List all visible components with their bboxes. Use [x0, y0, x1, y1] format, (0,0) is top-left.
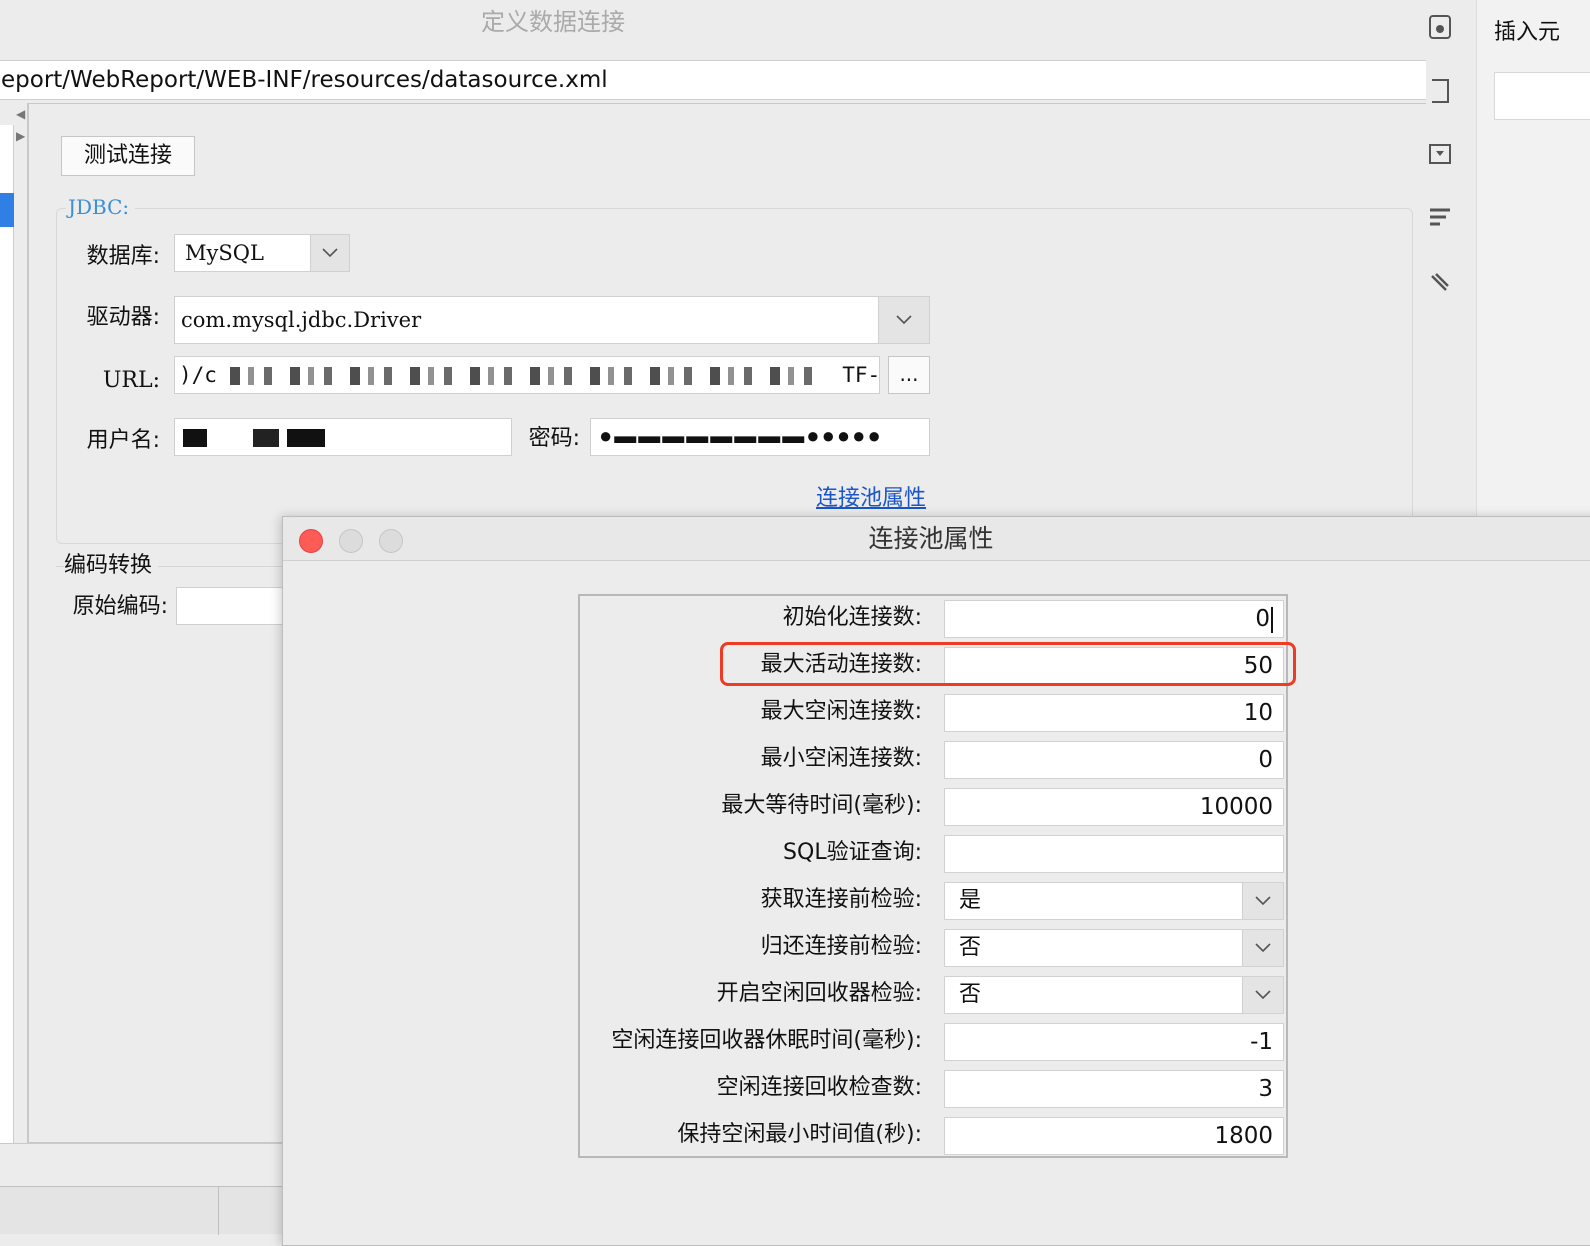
encoding-group-title: 编码转换 [64, 550, 159, 582]
property-select[interactable]: 否 [944, 929, 1284, 967]
property-select[interactable]: 是 [944, 882, 1284, 920]
property-row-eviction-sleep-time: 空闲连接回收器休眠时间(毫秒): -1 [580, 1019, 1286, 1063]
property-label: 保持空闲最小时间值(秒): [677, 1122, 922, 1147]
property-row-max-idle: 最大空闲连接数: 10 [580, 690, 1286, 734]
property-label: 归还连接前检验: [760, 934, 922, 959]
property-value-field[interactable]: -1 [944, 1023, 1284, 1061]
driver-select[interactable]: com.mysql.jdbc.Driver [174, 296, 930, 344]
property-label: 开启空闲回收器检验: [716, 981, 922, 1006]
property-row-min-evictable-idle: 保持空闲最小时间值(秒): 1800 [580, 1113, 1286, 1157]
connection-list[interactable] [0, 125, 14, 1145]
property-value-field[interactable]: 0 [944, 741, 1284, 779]
redacted-mosaic [183, 429, 333, 447]
property-label: 最大空闲连接数: [760, 699, 922, 724]
highlight-annotation-box [720, 642, 1296, 686]
property-value-field[interactable]: 0 [944, 600, 1284, 638]
chevron-down-icon[interactable] [1242, 883, 1283, 919]
username-field[interactable] [174, 418, 512, 456]
property-row-test-on-borrow: 获取连接前检验: 是 [580, 878, 1286, 922]
chevron-down-icon[interactable] [310, 235, 349, 271]
database-select-value: MySQL [185, 241, 264, 265]
property-value-field[interactable]: 3 [944, 1070, 1284, 1108]
property-row-max-wait: 最大等待时间(毫秒): 10000 [580, 784, 1286, 828]
property-row-tests-per-eviction: 空闲连接回收检查数: 3 [580, 1066, 1286, 1110]
dropdown-widget-icon[interactable] [1426, 140, 1456, 170]
property-select-value: 是 [959, 888, 982, 913]
property-value-field[interactable] [944, 835, 1284, 873]
text-caret [1271, 606, 1273, 633]
grid-separator [218, 1187, 219, 1235]
property-label: 获取连接前检验: [760, 887, 922, 912]
property-label: 最小空闲连接数: [760, 746, 922, 771]
original-encoding-label: 原始编码: [72, 594, 168, 619]
driver-label: 驱动器: [86, 305, 160, 330]
insert-element-field[interactable] [1494, 72, 1590, 120]
chevron-down-icon[interactable] [1242, 977, 1283, 1013]
jdbc-group-title: JDBC: [66, 194, 136, 220]
url-field[interactable]: )/c TF-8 [174, 356, 880, 394]
property-label: 空闲连接回收检查数: [716, 1075, 922, 1100]
frame-icon[interactable] [1426, 76, 1456, 106]
bottom-grid [0, 1186, 300, 1235]
window-title: 定义数据连接 [481, 8, 625, 36]
url-more-button[interactable]: ... [888, 356, 930, 394]
url-suffix: TF-8 [842, 363, 880, 387]
selected-connection-item[interactable] [0, 193, 14, 227]
chevron-down-icon[interactable] [878, 297, 929, 343]
property-row-test-on-return: 归还连接前检验: 否 [580, 925, 1286, 969]
property-value-field[interactable]: 10 [944, 694, 1284, 732]
dialog-titlebar[interactable]: 连接池属性 [283, 517, 1590, 561]
property-row-validation-query: SQL验证查询: [580, 831, 1286, 875]
property-label: 空闲连接回收器休眠时间(毫秒): [611, 1028, 922, 1053]
dialog-title: 连接池属性 [868, 524, 994, 553]
driver-select-value: com.mysql.jdbc.Driver [181, 308, 422, 332]
url-label: URL: [102, 368, 160, 393]
property-row-min-idle: 最小空闲连接数: 0 [580, 737, 1286, 781]
insert-element-label: 插入元 [1494, 20, 1561, 45]
url-prefix: )/c [179, 363, 217, 387]
property-label: 最大等待时间(毫秒): [721, 793, 922, 818]
property-row-initial-size: 初始化连接数: 0 [580, 596, 1286, 640]
collapse-left-icon[interactable]: ◀ [16, 107, 25, 121]
align-left-icon[interactable] [1426, 204, 1456, 234]
datasource-path-field[interactable]: eport/WebReport/WEB-INF/resources/dataso… [0, 60, 1432, 100]
original-encoding-field[interactable] [176, 587, 296, 625]
gear-icon[interactable] [1426, 12, 1456, 42]
property-label: 初始化连接数: [782, 605, 922, 630]
redacted-mosaic [229, 367, 830, 385]
property-value-field[interactable]: 10000 [944, 788, 1284, 826]
password-field[interactable]: ●▬▬▬▬▬▬▬▬●●●●● [590, 418, 930, 456]
chevron-down-icon[interactable] [1242, 930, 1283, 966]
pool-properties-link[interactable]: 连接池属性 [816, 482, 926, 516]
password-label: 密码: [528, 426, 580, 451]
username-label: 用户名: [86, 428, 160, 453]
property-row-test-while-idle: 开启空闲回收器检验: 否 [580, 972, 1286, 1016]
database-select[interactable]: MySQL [174, 234, 350, 272]
expand-right-icon[interactable]: ▶ [16, 129, 25, 143]
property-select-value: 否 [959, 935, 982, 960]
database-label: 数据库: [86, 244, 160, 269]
property-value-field[interactable]: 1800 [944, 1117, 1284, 1155]
property-select-value: 否 [959, 982, 982, 1007]
right-toolbar [1426, 0, 1476, 520]
link-icon[interactable] [1426, 268, 1456, 298]
property-select[interactable]: 否 [944, 976, 1284, 1014]
test-connection-button[interactable]: 测试连接 [61, 136, 195, 176]
property-label: SQL验证查询: [783, 840, 922, 865]
